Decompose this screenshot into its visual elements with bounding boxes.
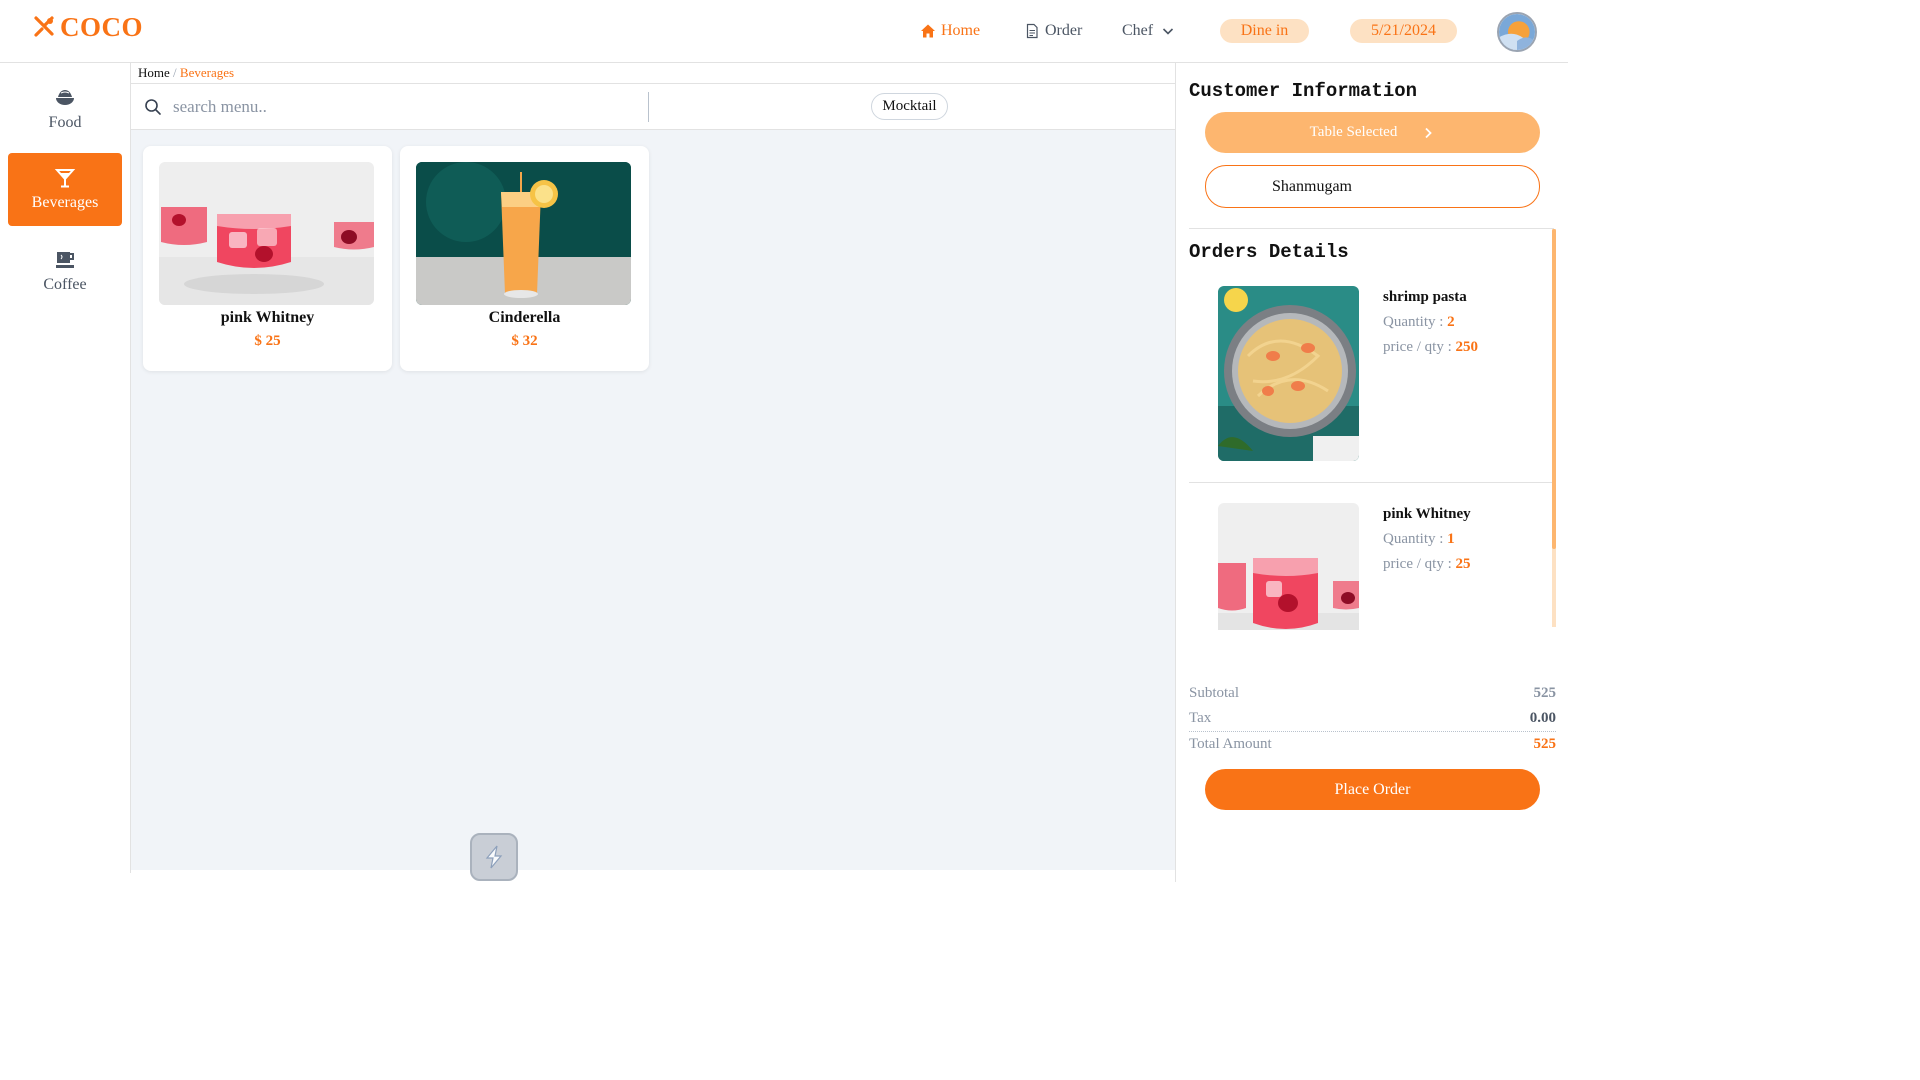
category-beverages[interactable]: Beverages [8, 153, 122, 226]
menu-card[interactable]: pink Whitney $ 25 [143, 146, 392, 371]
order-item-price: price / qty : 250 [1383, 339, 1478, 356]
order-item-quantity: Quantity : 2 [1383, 314, 1455, 331]
tax-label: Tax [1189, 710, 1212, 726]
total-label: Total Amount [1189, 736, 1272, 752]
table-selected-label: Table Selected [1309, 124, 1398, 140]
document-icon [1026, 23, 1038, 39]
customer-name-input[interactable] [1205, 165, 1540, 208]
breadcrumb-home[interactable]: Home [138, 65, 170, 80]
filter-chip-mocktail[interactable]: Mocktail [871, 93, 948, 120]
nav-order[interactable]: Order [1024, 20, 1082, 42]
breadcrumb-current: Beverages [179, 65, 235, 80]
order-item-image-shrimp-pasta [1218, 286, 1359, 461]
category-sidebar: Food Beverages Coffee [0, 63, 131, 873]
order-item-image-pink-whitney [1218, 503, 1359, 630]
price-value: 25 [1455, 556, 1471, 572]
nav-home[interactable]: Home [920, 20, 980, 42]
search-divider [648, 92, 649, 122]
category-beverages-label: Beverages [31, 194, 99, 211]
order-item-name: shrimp pasta [1383, 289, 1467, 305]
home-icon [921, 24, 935, 38]
section-divider [1189, 228, 1554, 229]
pasta-image [1218, 286, 1359, 461]
quantity-label: Quantity : [1383, 314, 1448, 330]
search-bar: Mocktail [131, 83, 1175, 130]
order-item: shrimp pasta Quantity : 2 price / qty : … [1189, 273, 1555, 490]
customer-info-title: Customer Information [1189, 80, 1418, 102]
nav-chef-dropdown[interactable]: Chef [1122, 20, 1175, 42]
menu-card-image-cinderella [416, 162, 631, 305]
order-panel: Customer Information Table Selected Orde… [1175, 63, 1568, 882]
menu-card-price: $ 32 [511, 333, 538, 349]
chevron-down-icon [1163, 28, 1174, 35]
order-item: pink Whitney Quantity : 1 price / qty : … [1189, 490, 1555, 630]
menu-card-price: $ 25 [254, 333, 281, 349]
order-item-name: pink Whitney [1383, 506, 1471, 522]
search-input[interactable] [173, 95, 633, 119]
totals-divider [1189, 731, 1556, 732]
breadcrumb-separator: / [169, 65, 180, 80]
orders-details-title: Orders Details [1189, 241, 1349, 263]
breadcrumb: Home / Beverages [138, 65, 234, 81]
order-item-quantity: Quantity : 1 [1383, 531, 1455, 548]
tax-row: Tax 0.00 [1189, 710, 1556, 727]
bowl-icon [56, 90, 74, 105]
price-label: price / qty : [1383, 556, 1456, 572]
utensils-icon [34, 16, 54, 37]
logo-text: COCO [60, 11, 143, 42]
menu-grid: pink Whitney $ 25 Cinderella $ 32 [131, 130, 1175, 870]
price-value: 250 [1455, 339, 1478, 355]
order-list-scrollbar-thumb[interactable] [1552, 229, 1556, 549]
pink-drink-image [159, 162, 374, 305]
category-food-label: Food [48, 114, 82, 131]
category-coffee-label: Coffee [43, 276, 87, 293]
tax-value: 0.00 [1529, 710, 1556, 726]
category-food[interactable]: Food [8, 73, 122, 146]
date-badge: 5/21/2024 [1350, 19, 1457, 43]
order-list: shrimp pasta Quantity : 2 price / qty : … [1189, 273, 1555, 630]
quantity-value: 2 [1447, 314, 1455, 330]
dine-mode-badge[interactable]: Dine in [1220, 19, 1309, 43]
nav-home-label: Home [941, 22, 981, 39]
total-row: Total Amount 525 [1189, 736, 1556, 753]
place-order-button[interactable]: Place Order [1205, 769, 1540, 810]
menu-card-name: pink Whitney [220, 309, 315, 326]
lightning-icon [485, 845, 503, 869]
menu-card-image-pink-whitney [159, 162, 374, 305]
user-avatar-icon [1499, 14, 1535, 50]
subtotal-value: 525 [1533, 685, 1557, 701]
chevron-right-icon [1425, 127, 1433, 138]
subtotal-label: Subtotal [1189, 685, 1240, 701]
top-header: COCO Home Order Chef Dine in 5/21/2024 [0, 0, 1568, 63]
menu-card-name: Cinderella [488, 309, 561, 326]
menu-card[interactable]: Cinderella $ 32 [400, 146, 649, 371]
nav-chef-label: Chef [1122, 22, 1154, 39]
floating-action-button[interactable] [470, 833, 518, 881]
avatar[interactable] [1497, 12, 1537, 52]
coffee-cup-icon [56, 252, 74, 268]
cocktail-icon [54, 169, 76, 188]
order-item-price: price / qty : 25 [1383, 556, 1470, 573]
total-value: 525 [1533, 736, 1557, 752]
quantity-value: 1 [1447, 531, 1455, 547]
quantity-label: Quantity : [1383, 531, 1448, 547]
order-item-divider [1189, 482, 1555, 483]
price-label: price / qty : [1383, 339, 1456, 355]
pink-drink-image [1218, 503, 1359, 630]
pos-app: COCO Home Order Chef Dine in 5/21/2024 F… [0, 0, 1568, 882]
search-icon [145, 99, 161, 115]
orange-drink-image [416, 162, 631, 305]
nav-order-label: Order [1045, 22, 1083, 39]
logo[interactable]: COCO [32, 12, 143, 42]
subtotal-row: Subtotal 525 [1189, 685, 1556, 702]
table-selected-button[interactable]: Table Selected [1205, 112, 1540, 153]
category-coffee[interactable]: Coffee [8, 235, 122, 308]
